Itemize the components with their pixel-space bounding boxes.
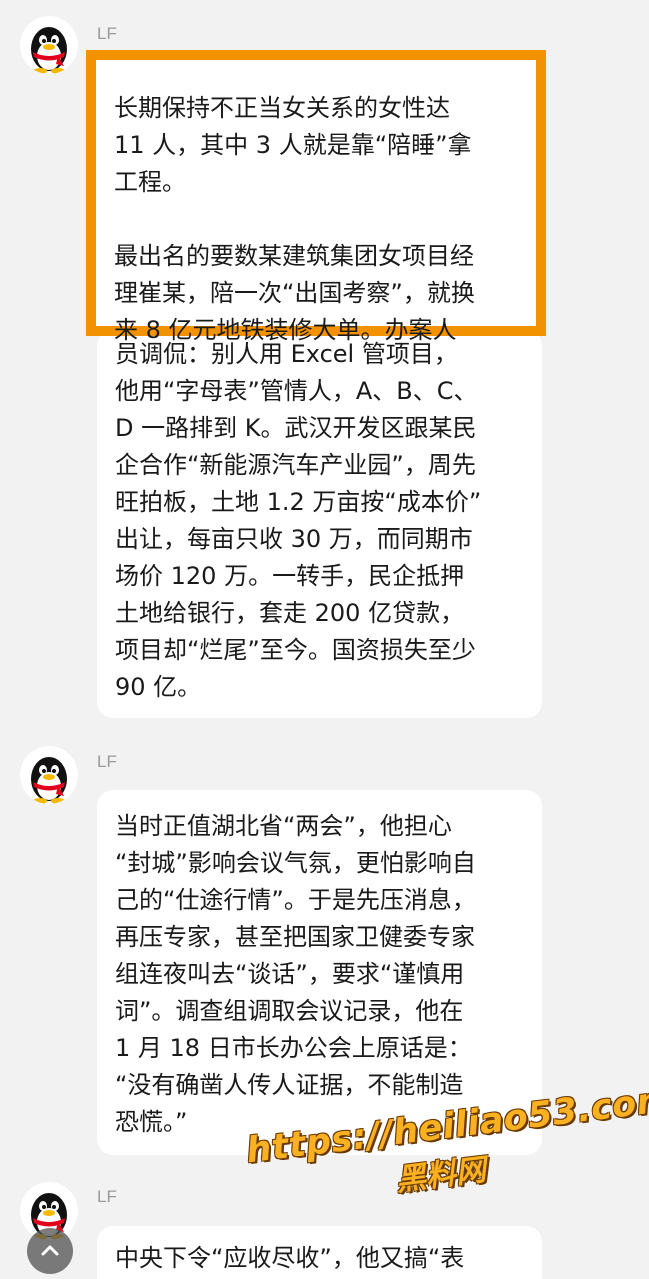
highlighted-text: 长期保持不正当女关系的女性达 11 人，其中 3 人就是靠“陪睡”拿 工程。 最…: [114, 94, 475, 344]
scroll-top-button[interactable]: [27, 1228, 73, 1274]
sender-name: LF: [97, 24, 117, 43]
message-bubble[interactable]: 当时正值湖北省“两会”，他担心 “封城”影响会议气氛，更怕影响自 己的“仕途行情…: [97, 790, 542, 1155]
qq-penguin-icon[interactable]: [20, 16, 78, 74]
highlight-box: 长期保持不正当女关系的女性达 11 人，其中 3 人就是靠“陪睡”拿 工程。 最…: [86, 50, 546, 344]
message-text: 中央下令“应收尽收”，他又搞“表: [115, 1244, 465, 1272]
message-bubble[interactable]: 中央下令“应收尽收”，他又搞“表: [97, 1226, 542, 1279]
qq-penguin-icon[interactable]: [20, 746, 78, 804]
sender-name: LF: [97, 752, 117, 771]
chevron-up-icon: [41, 1245, 59, 1256]
chat-page: LF 员调侃：别人用 Excel 管项目， 他用“字母表”管情人，A、B、C、 …: [0, 0, 649, 1279]
message-text: 员调侃：别人用 Excel 管项目， 他用“字母表”管情人，A、B、C、 D 一…: [115, 340, 482, 701]
message-bubble[interactable]: 员调侃：别人用 Excel 管项目， 他用“字母表”管情人，A、B、C、 D 一…: [97, 330, 542, 718]
message-text: 当时正值湖北省“两会”，他担心 “封城”影响会议气氛，更怕影响自 己的“仕途行情…: [115, 812, 476, 1136]
sender-name: LF: [97, 1187, 117, 1206]
